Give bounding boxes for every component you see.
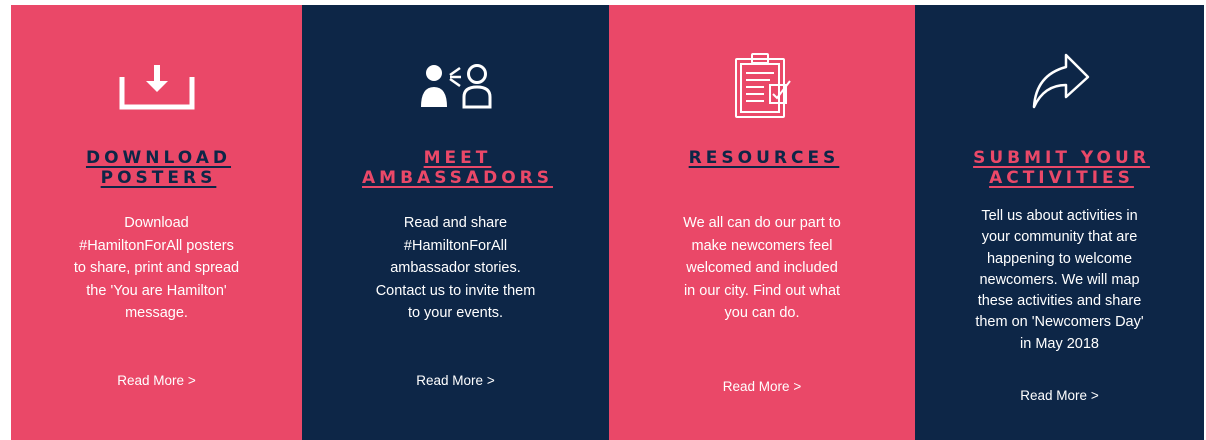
desc-line: Download [124,215,189,231]
desc-line: We all can do our part to [683,215,841,231]
submit-activities-title[interactable]: SUBMIT YOUR ACTIVITIES [915,148,1204,188]
meet-ambassadors-title[interactable]: MEET AMBASSADORS [302,148,609,188]
read-more-link[interactable]: Read More > [11,373,302,388]
title-line-1[interactable]: MEET [420,148,492,168]
read-more-link[interactable]: Read More > [915,388,1204,403]
title-line-1[interactable]: DOWNLOAD [82,148,231,168]
desc-line: in May 2018 [1020,335,1099,352]
desc-line: in our city. Find out what [683,282,841,299]
read-more-link[interactable]: Read More > [302,373,609,388]
desc-line: to share, print and spread [73,260,240,276]
desc-line: Read and share [403,215,508,231]
resources-description: We all can do our part to make newcomers… [662,212,862,325]
title-line-1[interactable]: SUBMIT YOUR [969,148,1150,168]
desc-line: to your events. [407,305,504,321]
desc-line: make newcomers feel [691,237,833,254]
desc-line: welcomed and included [686,260,838,276]
clipboard-icon[interactable] [730,51,794,126]
desc-line: ambassador stories. [390,260,521,276]
panel-resources: RESOURCES We all can do our part to make… [609,5,915,440]
read-more-link[interactable]: Read More > [609,379,915,394]
desc-line: your community that are [981,229,1138,246]
share-arrow-icon[interactable] [1028,51,1092,116]
desc-line: newcomers. We will map [979,271,1140,288]
meet-ambassadors-description: Read and share #HamiltonForAll ambassado… [356,212,556,325]
desc-line: Contact us to invite them [375,282,536,299]
title-line-2[interactable]: POSTERS [97,168,217,188]
desc-line: message. [125,305,188,321]
desc-line: Tell us about activities in [981,208,1138,224]
panel-meet-ambassadors: MEET AMBASSADORS Read and share #Hamilto… [302,5,609,440]
download-posters-description: Download #HamiltonForAll posters to shar… [67,212,247,325]
panel-submit-activities: SUBMIT YOUR ACTIVITIES Tell us about act… [915,5,1204,440]
resources-title[interactable]: RESOURCES [609,148,915,168]
submit-activities-description: Tell us about activities in your communi… [955,206,1165,355]
desc-line: you can do. [724,305,800,321]
desc-line: happening to welcome [986,250,1133,267]
feature-panels: DOWNLOAD POSTERS Download #HamiltonForAl… [11,5,1204,440]
title-line-1[interactable]: RESOURCES [685,148,840,168]
desc-line: #HamiltonForAll posters [79,237,234,254]
title-line-2[interactable]: AMBASSADORS [358,168,553,188]
title-line-2[interactable]: ACTIVITIES [985,168,1134,188]
download-icon[interactable] [119,63,195,116]
ambassador-icon[interactable] [420,63,492,114]
desc-line: #HamiltonForAll [403,237,508,254]
panel-download-posters: DOWNLOAD POSTERS Download #HamiltonForAl… [11,5,302,440]
desc-line: the 'You are Hamilton' [86,282,227,299]
desc-line: them on 'Newcomers Day' [975,314,1144,331]
download-posters-title[interactable]: DOWNLOAD POSTERS [11,148,302,188]
desc-line: these activities and share [977,293,1142,310]
